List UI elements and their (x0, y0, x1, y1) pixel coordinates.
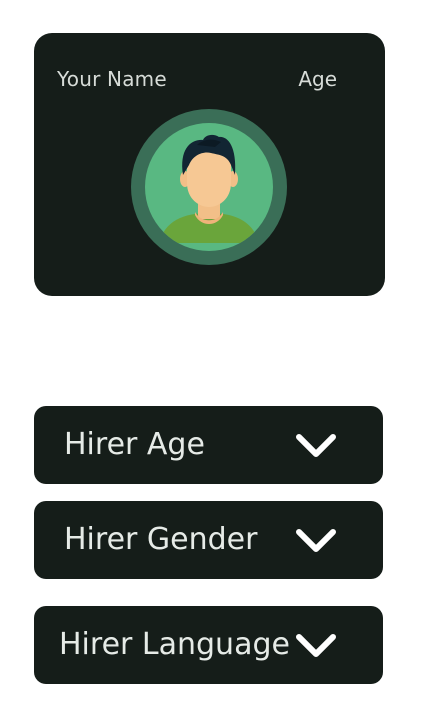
hirer-gender-dropdown[interactable]: Hirer Gender (34, 501, 383, 579)
hirer-language-dropdown[interactable]: Hirer Language (34, 606, 383, 684)
hirer-age-label: Hirer Age (64, 427, 205, 462)
your-name-label: Your Name (57, 67, 167, 91)
chevron-down-icon[interactable] (295, 633, 337, 659)
hirer-age-dropdown[interactable]: Hirer Age (34, 406, 383, 484)
user-avatar-icon (131, 109, 287, 265)
avatar[interactable] (131, 109, 287, 265)
chevron-down-icon[interactable] (295, 528, 337, 554)
hirer-gender-label: Hirer Gender (64, 522, 258, 557)
chevron-down-icon[interactable] (295, 433, 337, 459)
age-label: Age (298, 67, 337, 91)
hirer-language-label: Hirer Language (59, 627, 290, 662)
profile-card: Your Name Age (34, 33, 385, 296)
